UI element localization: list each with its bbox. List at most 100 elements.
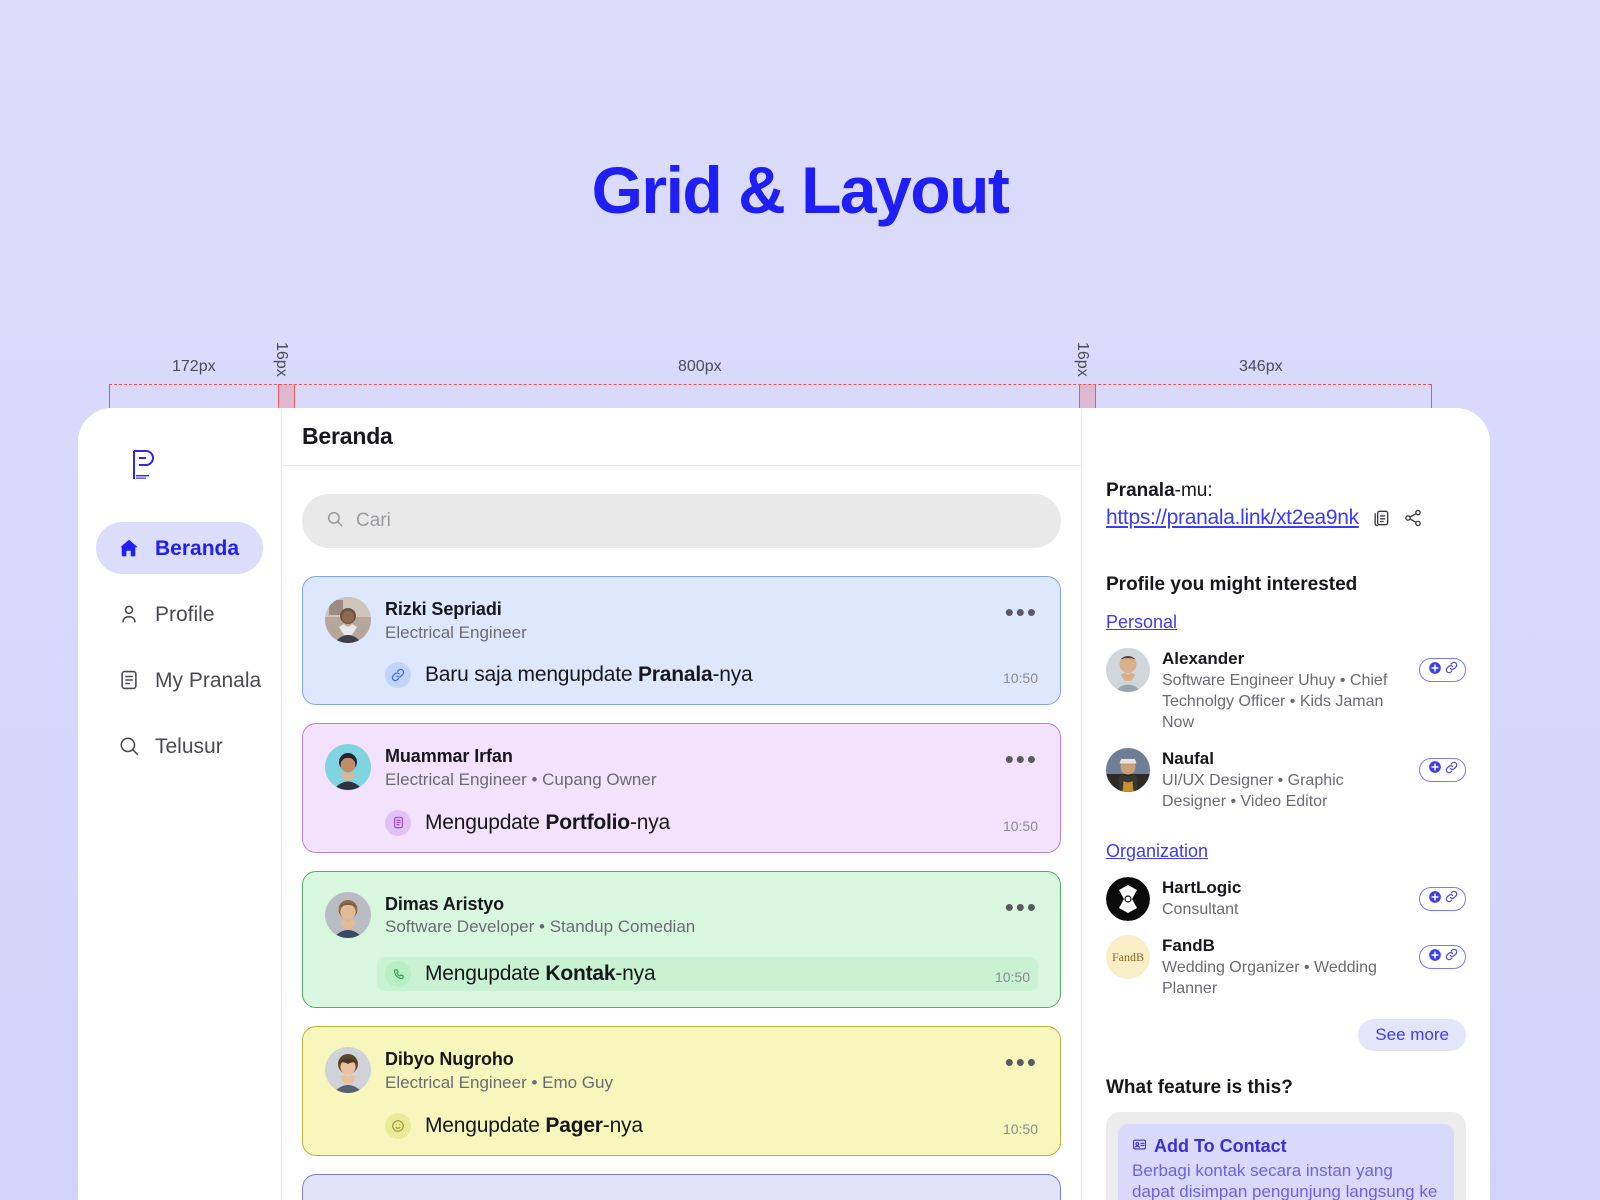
post-more-options-button[interactable]: ••• — [1005, 744, 1038, 773]
suggestion-role: Software Engineer Uhuy • Chief Technolgy… — [1162, 672, 1388, 732]
post-card[interactable]: Dimas Aristyo Software Developer • Stand… — [302, 870, 1061, 1009]
post-card-partial[interactable] — [302, 1173, 1061, 1200]
feature-question-title: What feature is this? — [1106, 1076, 1293, 1098]
post-more-options-button[interactable]: ••• — [1005, 597, 1038, 625]
right-panel: Pranala-mu: https://pranala.link/xt2ea9n… — [1081, 408, 1490, 1200]
suggestion-row[interactable]: FandB FandB Wedding Organizer • Wedding … — [1106, 928, 1466, 1006]
personal-category-link[interactable]: Personal — [1106, 612, 1466, 633]
add-and-link-button[interactable] — [1419, 887, 1466, 912]
post-author-role: Electrical Engineer — [385, 622, 527, 642]
post-time: 10:50 — [1002, 670, 1038, 687]
search-icon — [326, 510, 344, 533]
avatar — [325, 597, 371, 643]
sidebar-item-beranda[interactable]: Beranda — [96, 522, 263, 574]
add-and-link-button[interactable] — [1419, 945, 1466, 970]
plus-circle-icon — [1428, 661, 1442, 680]
organization-category-link[interactable]: Organization — [1106, 841, 1466, 862]
link-icon — [1445, 761, 1458, 779]
avatar — [325, 1047, 371, 1094]
feed: Cari Rizki Sepriadi Electrical Engineer … — [282, 466, 1081, 1200]
sidebar-item-label: Telusur — [155, 734, 223, 758]
post-action-text: Baru saja mengupdate Pranala-nya — [425, 663, 753, 687]
post-action-text: Mengupdate Portfolio-nya — [425, 810, 670, 834]
add-and-link-button[interactable] — [1419, 757, 1466, 782]
post-time: 10:50 — [1002, 1120, 1038, 1137]
sidebar-item-my-pranala[interactable]: My Pranala — [96, 654, 263, 706]
contact-card-icon — [1132, 1136, 1147, 1157]
post-author-name: Rizki Sepriadi — [385, 599, 502, 619]
post-time: 10:50 — [1002, 817, 1038, 834]
measure-gutter-left: 16px — [273, 342, 290, 377]
post-author-name: Muammar Irfan — [385, 746, 513, 767]
document-icon — [385, 809, 411, 836]
link-icon — [1445, 661, 1458, 679]
search-placeholder: Cari — [356, 510, 391, 531]
suggestion-name: FandB — [1162, 936, 1215, 956]
post-author-name: Dimas Aristyo — [385, 893, 505, 914]
post-card[interactable]: Rizki Sepriadi Electrical Engineer ••• B… — [302, 576, 1061, 706]
measure-right-width: 346px — [1239, 358, 1283, 375]
home-icon — [118, 537, 140, 559]
suggestion-name: HartLogic — [1162, 878, 1242, 898]
link-icon — [385, 662, 411, 689]
app-window: Beranda Profile My Pranala Telusur Beran… — [78, 408, 1490, 1200]
page-title: Grid & Layout — [591, 153, 1010, 227]
pranala-logo-icon — [133, 450, 154, 479]
measure-gutter-right: 16px — [1074, 342, 1091, 377]
post-card[interactable]: Dibyo Nugroho Electrical Engineer • Emo … — [302, 1026, 1061, 1156]
avatar — [325, 891, 371, 938]
page-header-title: Beranda — [282, 408, 1081, 466]
sidebar-nav: Beranda Profile My Pranala Telusur — [78, 522, 281, 772]
post-author-role: Software Developer • Standup Comedian — [385, 917, 696, 937]
pranala-url-link[interactable]: https://pranala.link/xt2ea9nk — [1106, 506, 1359, 530]
suggestion-row[interactable]: Alexander Software Engineer Uhuy • Chief… — [1106, 641, 1466, 741]
sidebar-item-label: Profile — [155, 602, 215, 626]
sidebar-item-label: My Pranala — [155, 668, 262, 692]
post-more-options-button[interactable]: ••• — [1005, 892, 1038, 920]
post-author-name: Dibyo Nugroho — [385, 1049, 514, 1070]
post-card[interactable]: Muammar Irfan Electrical Engineer • Cupa… — [302, 723, 1061, 853]
post-more-options-button[interactable]: ••• — [1005, 1047, 1038, 1076]
post-action-text: Mengupdate Kontak-nya — [425, 962, 656, 986]
post-author-role: Electrical Engineer • Cupang Owner — [385, 769, 657, 789]
sidebar-item-telusur[interactable]: Telusur — [96, 720, 263, 772]
post-time: 10:50 — [994, 969, 1030, 986]
search-input[interactable]: Cari — [302, 494, 1061, 548]
share-icon[interactable] — [1403, 508, 1423, 528]
link-icon — [1445, 948, 1458, 966]
suggestion-role: UI/UX Designer • Graphic Designer • Vide… — [1162, 771, 1344, 810]
measure-sidebar-width: 172px — [172, 358, 216, 375]
see-more-row: See more — [1106, 1018, 1466, 1051]
see-more-button[interactable]: See more — [1358, 1018, 1466, 1051]
suggestion-role: Consultant — [1162, 901, 1239, 919]
suggestion-row[interactable]: HartLogic Consultant — [1106, 870, 1466, 928]
avatar — [1106, 648, 1150, 692]
link-icon — [1445, 890, 1458, 908]
add-and-link-button[interactable] — [1419, 658, 1466, 682]
feature-card-title: Add To Contact — [1154, 1135, 1287, 1156]
plus-circle-icon — [1428, 760, 1442, 779]
feature-card-body: Berbagi kontak secara instan yang dapat … — [1132, 1160, 1438, 1200]
main-column: Beranda Cari Rizki Sepriadi Electrical E… — [281, 408, 1081, 1200]
avatar — [1106, 877, 1150, 922]
org-logo-text: FandB — [1111, 949, 1144, 964]
user-icon — [118, 603, 140, 625]
sidebar-item-label: Beranda — [155, 536, 240, 560]
suggestion-row[interactable]: Naufal UI/UX Designer • Graphic Designer… — [1106, 741, 1466, 819]
post-author-role: Electrical Engineer • Emo Guy — [385, 1072, 613, 1092]
avatar — [325, 744, 371, 791]
pranala-label: Pranala-mu: — [1106, 480, 1213, 501]
search-icon — [118, 735, 140, 757]
app-logo[interactable] — [78, 430, 281, 500]
left-sidebar: Beranda Profile My Pranala Telusur — [78, 408, 281, 1200]
plus-circle-icon — [1428, 890, 1442, 909]
pranala-link-row: https://pranala.link/xt2ea9nk — [1106, 506, 1466, 530]
copy-icon[interactable] — [1371, 508, 1391, 528]
avatar: FandB — [1106, 935, 1150, 980]
feature-card[interactable]: Add To Contact Berbagi kontak secara ins… — [1118, 1123, 1454, 1200]
smiley-icon — [385, 1112, 411, 1139]
avatar — [1106, 747, 1150, 792]
guide-top-dotted — [109, 384, 1431, 385]
sidebar-item-profile[interactable]: Profile — [96, 588, 263, 640]
plus-circle-icon — [1428, 948, 1442, 967]
